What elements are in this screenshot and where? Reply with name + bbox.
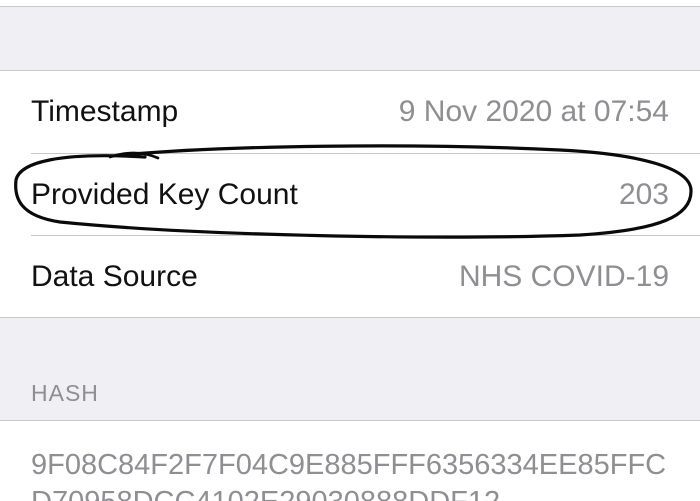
timestamp-label: Timestamp [31, 95, 179, 128]
hash-value: 9F08C84F2F7F04C9E885FFF6356334EE85FFCD70… [31, 449, 667, 501]
provided-key-count-row: Provided Key Count 203 [0, 154, 700, 236]
hash-section-header: HASH [31, 380, 99, 406]
timestamp-value: 9 Nov 2020 at 07:54 [398, 95, 669, 128]
data-source-row: Data Source NHS COVID-19 [0, 236, 700, 318]
provided-key-count-value: 203 [618, 178, 669, 211]
hash-cell: 9F08C84F2F7F04C9E885FFF6356334EE85FFCD70… [0, 420, 700, 501]
previous-cell [0, 0, 700, 7]
details-group: Timestamp 9 Nov 2020 at 07:54 Provided K… [0, 70, 700, 318]
data-source-label: Data Source [31, 260, 198, 293]
timestamp-row: Timestamp 9 Nov 2020 at 07:54 [0, 71, 700, 153]
data-source-value: NHS COVID-19 [458, 260, 669, 293]
provided-key-count-label: Provided Key Count [31, 178, 298, 211]
